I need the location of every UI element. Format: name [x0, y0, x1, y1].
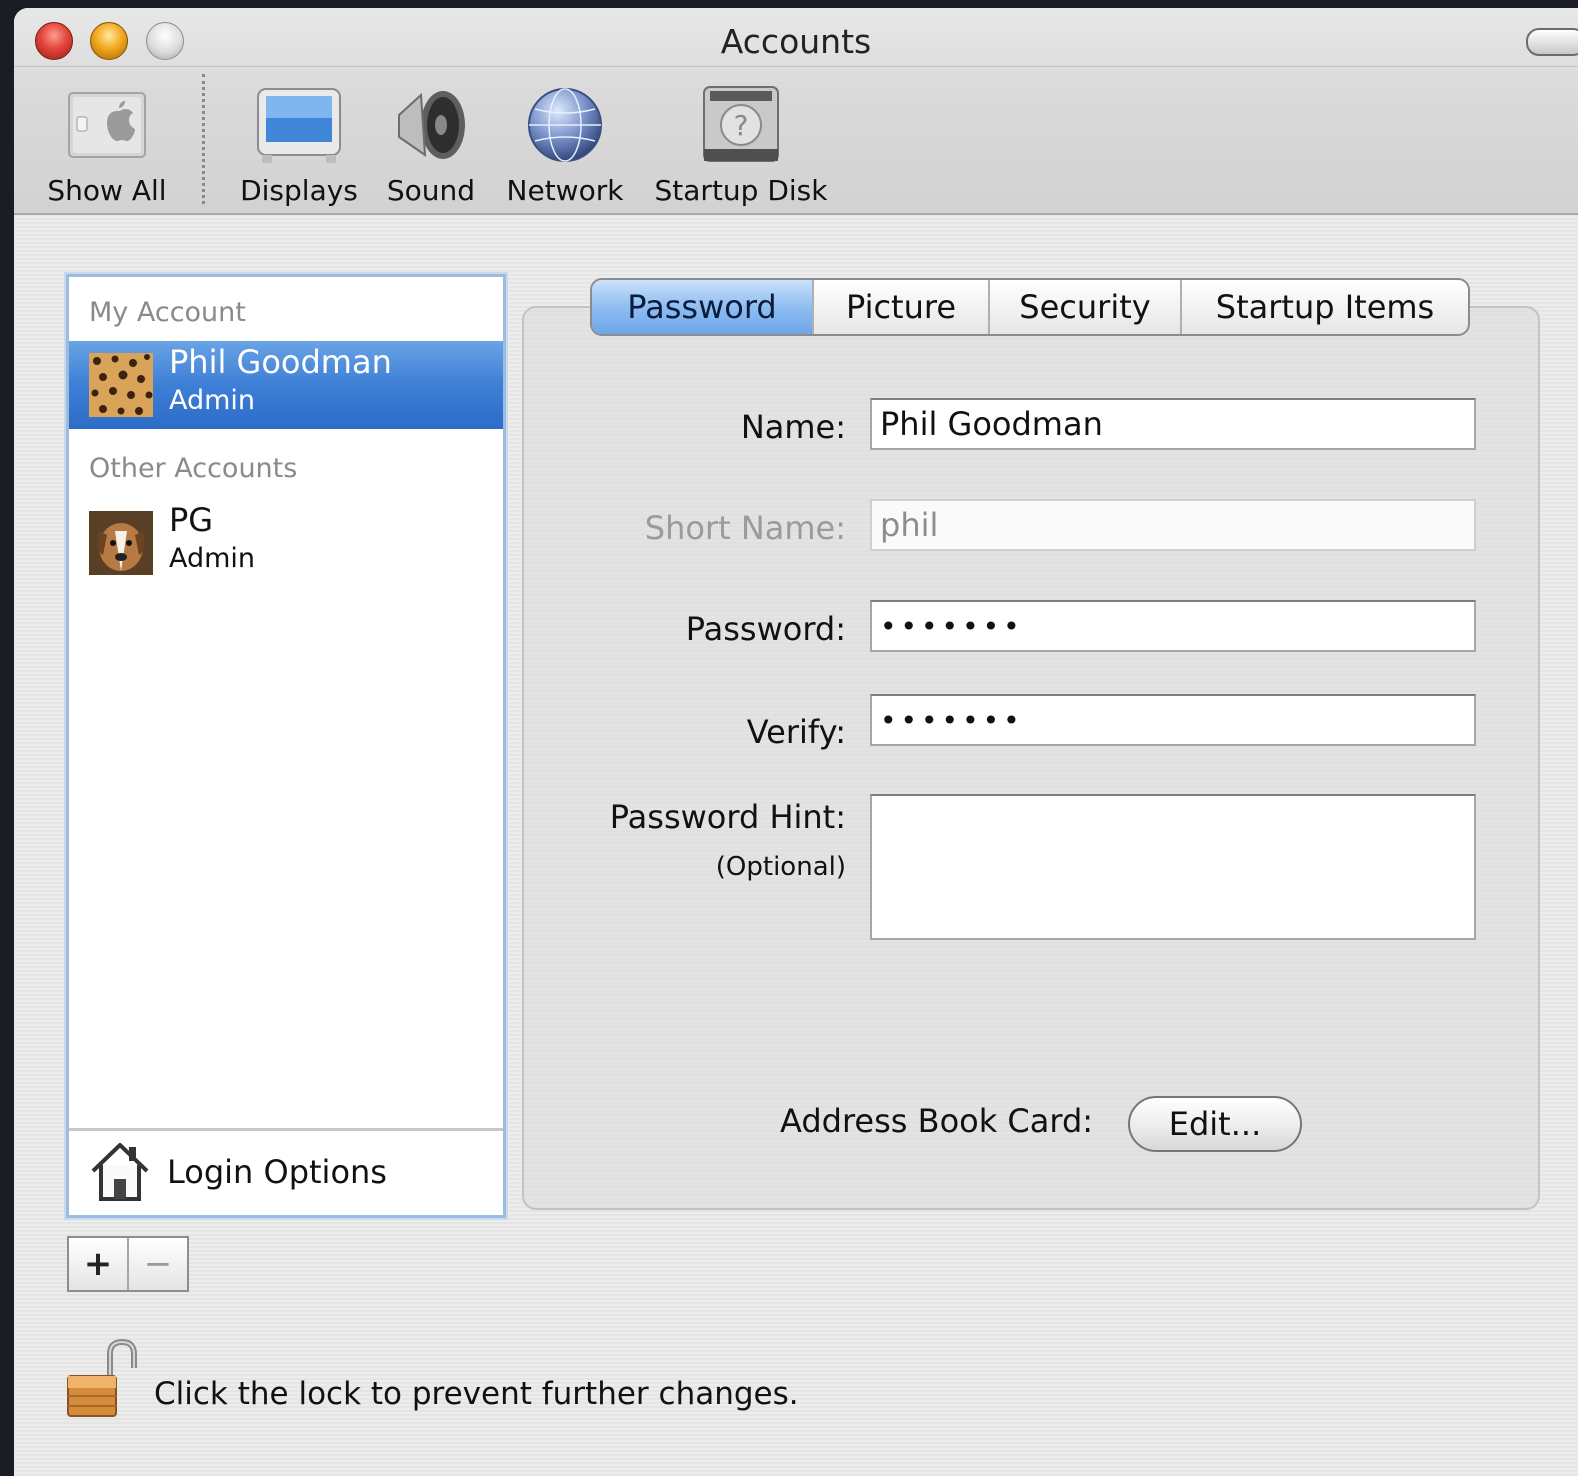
edit-address-book-button[interactable]: Edit... — [1128, 1096, 1302, 1152]
toolbar-show-all-label: Show All — [47, 174, 167, 207]
toolbar-sound-label: Sound — [386, 174, 476, 207]
svg-text:?: ? — [734, 109, 749, 142]
accounts-list: My Account Phil Goodman Admin Other Acco… — [66, 274, 506, 1218]
short-name-label: Short Name: — [644, 509, 846, 547]
display-icon — [234, 80, 364, 170]
login-options-label: Login Options — [167, 1153, 387, 1191]
password-hint-field[interactable] — [870, 794, 1476, 940]
tab-picture[interactable]: Picture — [814, 280, 990, 334]
password-field[interactable]: ••••••• — [870, 600, 1476, 652]
verify-field[interactable]: ••••••• — [870, 694, 1476, 746]
toolbar-network-label: Network — [506, 174, 624, 207]
short-name-field: phil — [870, 499, 1476, 551]
toolbar-displays-label: Displays — [240, 174, 358, 207]
other-accounts-header: Other Accounts — [89, 453, 298, 484]
add-account-button[interactable]: + — [69, 1238, 129, 1290]
account-row-phil-goodman[interactable]: Phil Goodman Admin — [69, 341, 503, 429]
globe-icon — [500, 80, 630, 170]
leopard-avatar — [89, 353, 153, 417]
password-hint-label: Password Hint: — [609, 798, 846, 836]
dog-avatar — [89, 511, 153, 575]
lock-message: Click the lock to prevent further change… — [154, 1376, 799, 1412]
tab-security[interactable]: Security — [990, 280, 1182, 334]
account-name: Phil Goodman — [169, 343, 392, 381]
accounts-window: Accounts Show All Displays Sound Network… — [14, 8, 1578, 1476]
account-role: Admin — [169, 385, 256, 416]
login-options-item[interactable]: Login Options — [69, 1128, 503, 1215]
password-label: Password: — [685, 610, 846, 648]
name-field[interactable]: Phil Goodman — [870, 398, 1476, 450]
window-title: Accounts — [720, 22, 872, 61]
toolbar-startup-disk[interactable]: ? Startup Disk — [648, 80, 834, 207]
toolbar-sound[interactable]: Sound — [376, 80, 486, 207]
title-bar: Accounts — [14, 8, 1578, 67]
tab-password[interactable]: Password — [592, 280, 814, 334]
speaker-icon — [376, 80, 486, 170]
password-hint-optional-label: (Optional) — [715, 852, 846, 882]
account-role: Admin — [169, 543, 256, 574]
house-icon — [89, 1141, 151, 1207]
toolbar-startup-disk-label: Startup Disk — [654, 174, 828, 207]
account-name: PG — [169, 501, 214, 539]
toolbar-toggle-button[interactable] — [1526, 28, 1578, 56]
my-account-header: My Account — [89, 297, 246, 328]
apple-switch-icon — [42, 80, 172, 170]
verify-label: Verify: — [746, 713, 846, 751]
tab-startup-items[interactable]: Startup Items — [1182, 280, 1468, 334]
address-book-card-label: Address Book Card: — [780, 1102, 1094, 1140]
name-label: Name: — [740, 408, 846, 446]
toolbar-separator — [202, 74, 205, 204]
lock-icon[interactable] — [64, 1338, 144, 1426]
window-chrome: Accounts Show All Displays Sound Network… — [14, 8, 1578, 215]
remove-account-button[interactable]: − — [129, 1238, 187, 1290]
toolbar-network[interactable]: Network — [500, 80, 630, 207]
tab-bar: Password Picture Security Startup Items — [590, 278, 1470, 336]
toolbar-displays[interactable]: Displays — [234, 80, 364, 207]
hard-disk-icon: ? — [648, 80, 834, 170]
account-row-pg[interactable]: PG Admin — [69, 499, 503, 587]
add-remove-control: + − — [67, 1236, 189, 1292]
toolbar-show-all[interactable]: Show All — [42, 80, 172, 207]
